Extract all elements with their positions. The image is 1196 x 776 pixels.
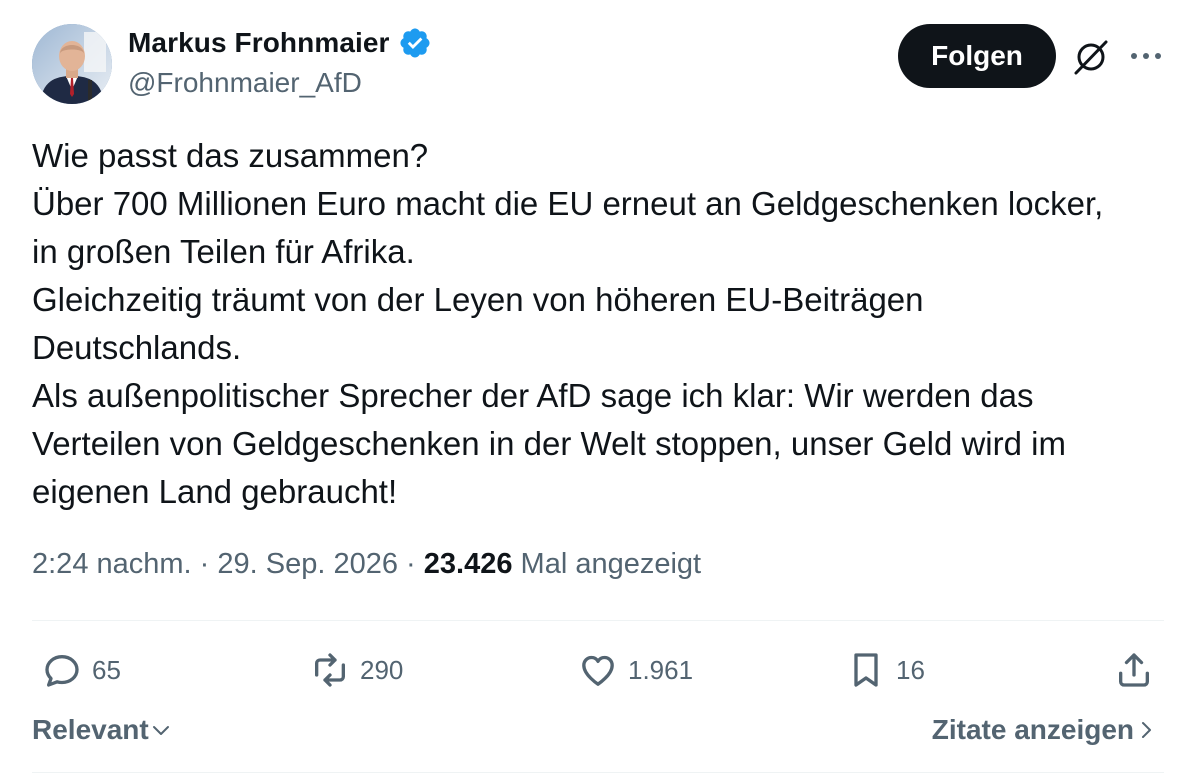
like-count: 1.961	[628, 654, 694, 685]
tweet-line: Über 700 Millionen Euro macht die EU ern…	[32, 185, 1104, 222]
chevron-down-icon	[152, 726, 169, 735]
repost-icon	[315, 653, 345, 687]
sort-dropdown[interactable]: Relevant	[32, 714, 173, 746]
sort-label: Relevant	[32, 714, 149, 745]
tweet-text: Wie passt das zusammen? Über 700 Million…	[32, 132, 1172, 516]
repost-count: 290	[360, 654, 404, 685]
repost-button[interactable]: 290	[310, 648, 403, 692]
tweet-line: Gleichzeitig träumt von der Leyen von hö…	[32, 281, 924, 318]
bookmark-count: 16	[896, 654, 925, 685]
tweet-line: Als außenpolitischer Sprecher der AfD sa…	[32, 377, 1034, 414]
follow-button[interactable]: Folgen	[898, 24, 1056, 88]
meta-separator: ·	[398, 548, 424, 580]
grok-icon[interactable]	[1072, 38, 1110, 76]
share-icon	[1119, 653, 1149, 687]
tweet-line: in großen Teilen für Afrika.	[32, 233, 415, 270]
verified-badge-icon[interactable]	[398, 26, 432, 60]
share-button[interactable]	[1114, 648, 1154, 692]
divider	[32, 620, 1164, 621]
chevron-right-icon	[1142, 722, 1151, 738]
views-label: Mal angezeigt	[512, 548, 702, 580]
more-icon[interactable]	[1128, 40, 1164, 72]
bookmark-button[interactable]: 16	[846, 648, 925, 692]
tweet-date[interactable]: 29. Sep. 2026	[217, 548, 398, 580]
reply-count: 65	[92, 654, 121, 685]
author-display-name[interactable]: Markus Frohnmaier	[128, 27, 390, 59]
views-count[interactable]: 23.426	[424, 548, 513, 580]
heart-icon	[582, 655, 614, 686]
meta-separator: ·	[191, 548, 218, 580]
tweet-line: Verteilen von Geldgeschenken in der Welt…	[32, 425, 1066, 462]
tweet-line: Wie passt das zusammen?	[32, 137, 429, 174]
quotes-label: Zitate anzeigen	[931, 714, 1134, 745]
author-handle[interactable]: @Frohnmaier_AfD	[128, 67, 362, 99]
tweet-time[interactable]: 2:24 nachm.	[32, 548, 192, 580]
like-button[interactable]: 1.961	[578, 648, 693, 692]
divider	[32, 772, 1164, 773]
reply-button[interactable]: 65	[42, 648, 121, 692]
tweet-line: Deutschlands.	[32, 329, 242, 366]
bookmark-icon	[854, 653, 878, 687]
avatar-photo	[32, 24, 112, 104]
avatar[interactable]	[32, 24, 112, 104]
tweet-meta: 2:24 nachm. · 29. Sep. 2026 · 23.426 Mal…	[32, 548, 701, 581]
view-quotes-link[interactable]: Zitate anzeigen	[932, 714, 1158, 746]
reply-icon	[45, 655, 79, 687]
tweet-line: eigenen Land gebraucht!	[32, 473, 398, 510]
